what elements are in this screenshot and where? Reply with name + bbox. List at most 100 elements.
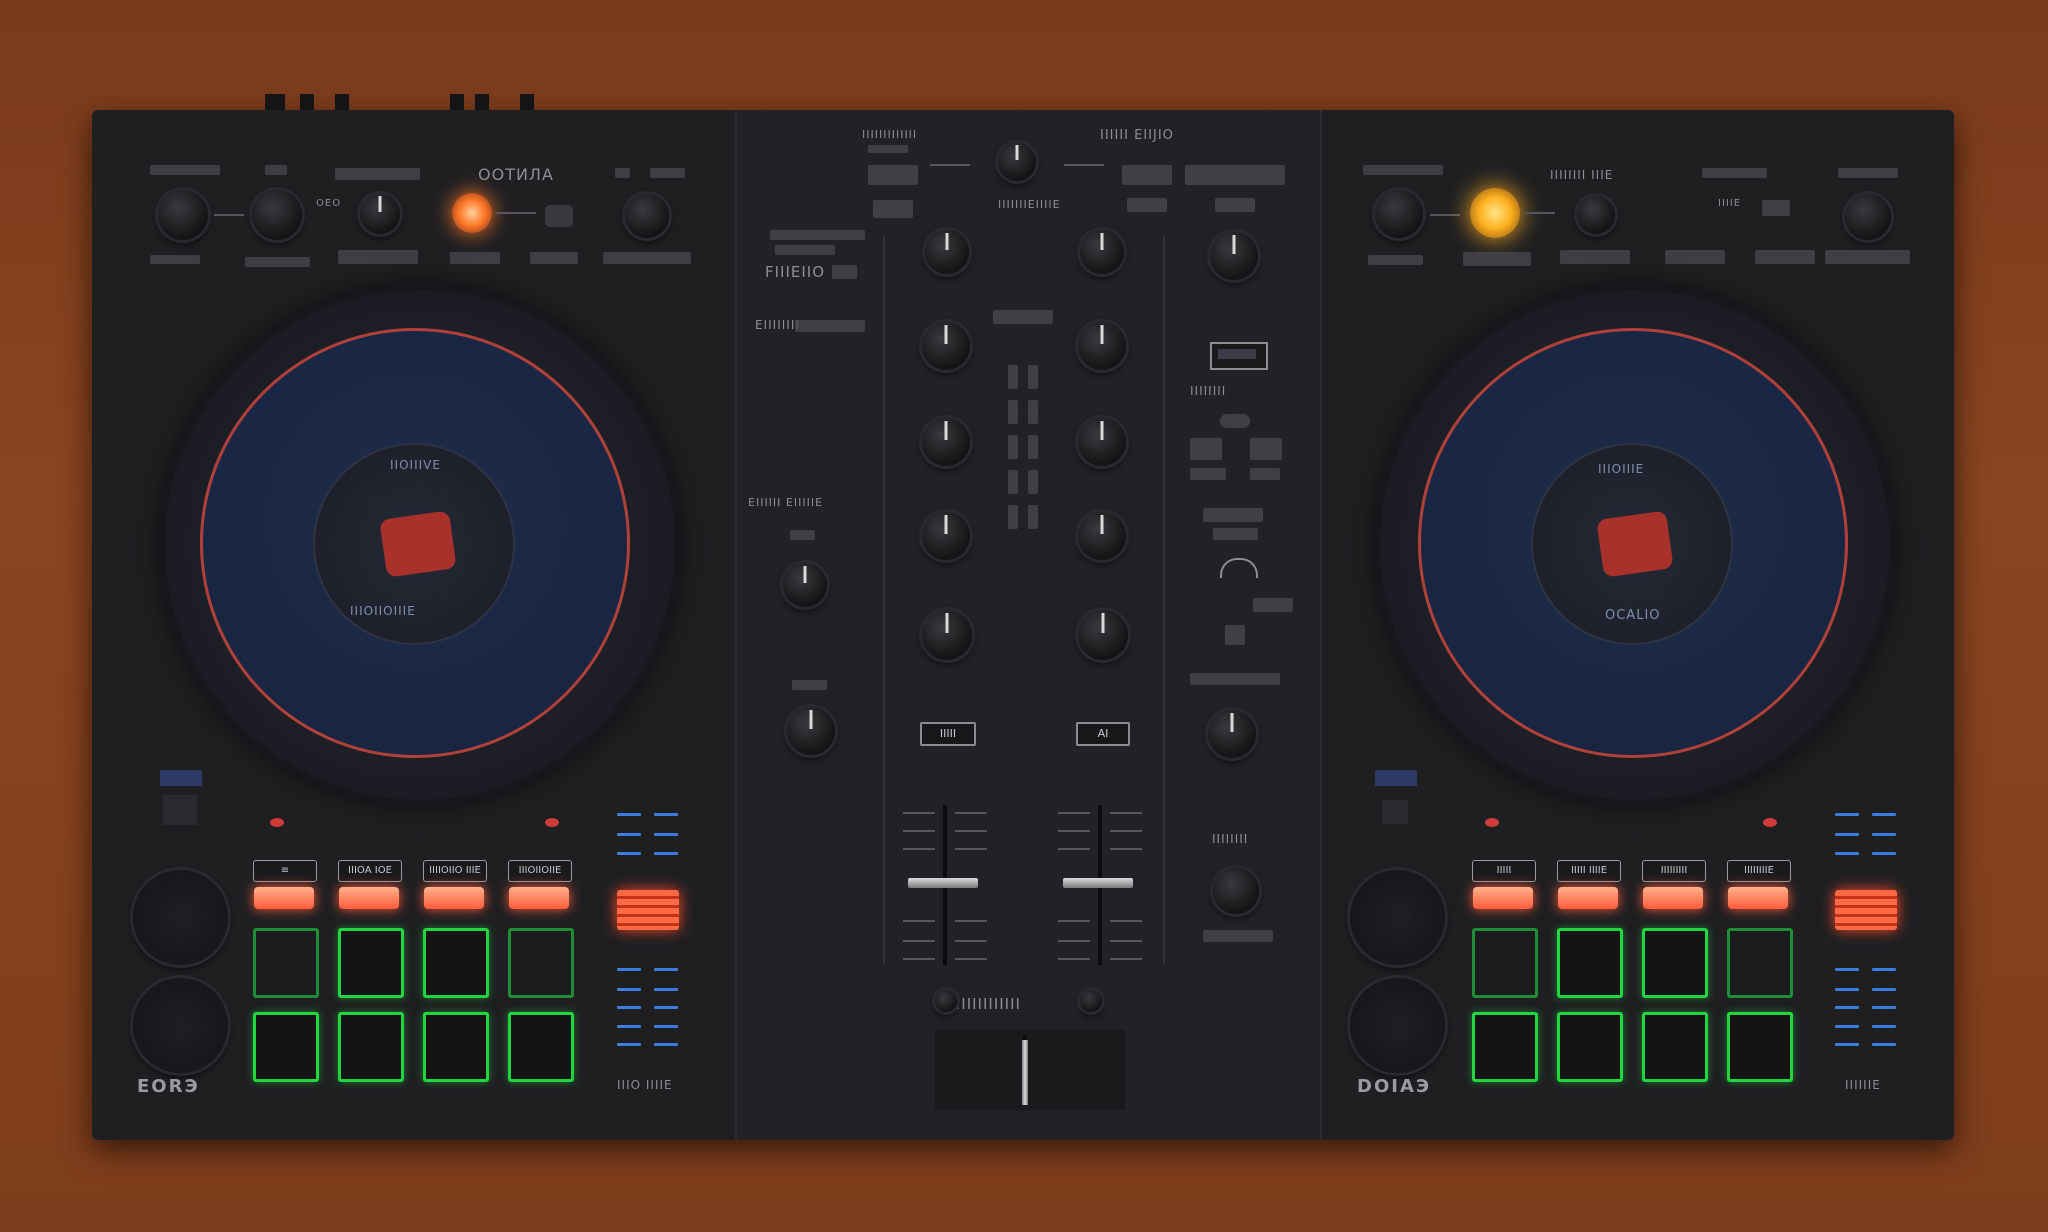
- left-jog-text-top: IIOIIIVЕ: [390, 458, 441, 472]
- left-pad-3[interactable]: [423, 928, 489, 998]
- right-shift-button[interactable]: [1382, 800, 1408, 824]
- right-pad-5[interactable]: [1472, 1012, 1538, 1082]
- left-pad-2[interactable]: [338, 928, 404, 998]
- right-jog-text-bottom: ОСАLIO: [1605, 608, 1661, 623]
- ch2-cue-button[interactable]: AI: [1076, 722, 1130, 746]
- left-logo: [379, 510, 457, 578]
- right-deck-label: DОIАЭ: [1357, 1076, 1432, 1097]
- left-pad-led-4: [509, 887, 569, 909]
- filter-label: FIIIЕIIО: [765, 263, 826, 281]
- right-knob-small-label: IIIIE: [1718, 198, 1742, 209]
- left-small-button[interactable]: [545, 205, 573, 227]
- ch1-filter-knob[interactable]: [922, 610, 972, 660]
- ch2-filter-knob[interactable]: [1078, 610, 1128, 660]
- left-pad-1[interactable]: [253, 928, 319, 998]
- right-knob-1[interactable]: [1375, 190, 1423, 238]
- mixer-right-label: IIIIIIII: [1190, 384, 1227, 398]
- left-play-led[interactable]: [452, 193, 492, 233]
- right-pad-1[interactable]: [1472, 928, 1538, 998]
- right-mode-button-3[interactable]: IIIIIIIII: [1642, 860, 1706, 882]
- right-mode-button-2[interactable]: IIIII IIIIE: [1557, 860, 1621, 882]
- mixer-left-gain-knob[interactable]: [783, 563, 827, 607]
- left-pad-4[interactable]: [508, 928, 574, 998]
- left-knob-2[interactable]: [252, 190, 302, 240]
- crossfader-left-knob[interactable]: [935, 990, 957, 1012]
- crossfader-track[interactable]: [935, 1030, 1125, 1110]
- right-pad-2[interactable]: [1557, 928, 1623, 998]
- left-pad-5[interactable]: [253, 1012, 319, 1082]
- ch2-mid-knob[interactable]: [1078, 418, 1126, 466]
- rear-connector: [335, 94, 349, 110]
- left-fx-knob-1[interactable]: [133, 870, 228, 965]
- left-shift-button[interactable]: [163, 795, 197, 825]
- right-knob-2[interactable]: [1577, 196, 1615, 234]
- rear-connector: [520, 94, 534, 110]
- headphone-label: IIIIIIII: [1212, 832, 1249, 846]
- right-top-label: IIIIIIII IIIE: [1550, 168, 1614, 182]
- left-pad-8[interactable]: [508, 1012, 574, 1082]
- ch1-trim-knob[interactable]: [925, 230, 969, 274]
- left-cue-led-2: [545, 818, 559, 827]
- left-knob-4[interactable]: [625, 194, 669, 238]
- left-jog-text-bottom: IIIOIIOIIIE: [350, 604, 416, 618]
- left-knob-3[interactable]: [360, 194, 400, 234]
- left-mode-button-4[interactable]: IIIOIIOIIE: [508, 860, 572, 882]
- right-logo: [1596, 510, 1674, 578]
- right-pad-led-4: [1728, 887, 1788, 909]
- right-mode-button-4[interactable]: IIIIIIIIE: [1727, 860, 1791, 882]
- ch2-trim-knob[interactable]: [1080, 230, 1124, 274]
- right-pad-8[interactable]: [1727, 1012, 1793, 1082]
- mixer-right-cue-knob[interactable]: [1208, 710, 1256, 758]
- right-pad-4[interactable]: [1727, 928, 1793, 998]
- left-pad-6[interactable]: [338, 1012, 404, 1082]
- right-pad-led-2: [1558, 887, 1618, 909]
- ch2-low-knob[interactable]: [1078, 512, 1126, 560]
- right-pad-7[interactable]: [1642, 1012, 1708, 1082]
- mixer-top-label-left: IIIIIIIIIIIII: [862, 128, 918, 141]
- ch1-cue-button[interactable]: IIIII: [920, 722, 976, 746]
- left-pad-led-3: [424, 887, 484, 909]
- mic-label: ЕIIIIII ЕIIIIIE: [748, 496, 824, 509]
- right-fx-knob-2[interactable]: [1350, 978, 1445, 1073]
- right-cue-led-1: [1485, 818, 1499, 827]
- ch1-mid-knob[interactable]: [922, 418, 970, 466]
- left-meter-label: IIIO IIIIE: [617, 1078, 673, 1092]
- left-shift-indicator[interactable]: [160, 770, 202, 786]
- ch2-hi-knob[interactable]: [1078, 322, 1126, 370]
- left-mode-button-1[interactable]: ≡: [253, 860, 317, 882]
- right-shift-indicator[interactable]: [1375, 770, 1417, 786]
- right-pad-6[interactable]: [1557, 1012, 1623, 1082]
- headphone-volume-knob[interactable]: [1213, 868, 1259, 914]
- left-knob-1[interactable]: [158, 190, 208, 240]
- right-play-led[interactable]: [1470, 188, 1520, 238]
- right-meter-label: IIIIIIE: [1845, 1078, 1881, 1092]
- left-fx-knob-2[interactable]: [133, 978, 228, 1073]
- ch1-low-knob[interactable]: [922, 512, 970, 560]
- right-sync-button[interactable]: [1835, 890, 1897, 930]
- left-sync-button[interactable]: [617, 890, 679, 930]
- left-deck-label: EОRЭ: [137, 1076, 200, 1097]
- right-mode-button-1[interactable]: IIIII: [1472, 860, 1536, 882]
- master-volume-knob[interactable]: [998, 143, 1036, 181]
- left-pad-7[interactable]: [423, 1012, 489, 1082]
- right-cue-led-2: [1763, 818, 1777, 827]
- right-pad-led-1: [1473, 887, 1533, 909]
- right-knob-3[interactable]: [1845, 194, 1891, 240]
- ch1-hi-knob[interactable]: [922, 322, 970, 370]
- left-top-label: ООТИЛА: [478, 165, 554, 184]
- crossfader-cap[interactable]: [1022, 1040, 1028, 1105]
- mixer-top-label-right: IIIIII ЕIIJIО: [1100, 128, 1174, 143]
- channel-divider: [1163, 235, 1165, 965]
- crossfader-right-knob[interactable]: [1080, 990, 1102, 1012]
- left-mode-button-3[interactable]: IIIIOIIO IIIE: [423, 860, 487, 882]
- rear-connector: [300, 94, 314, 110]
- right-fx-knob-1[interactable]: [1350, 870, 1445, 965]
- right-pad-3[interactable]: [1642, 928, 1708, 998]
- mixer-left-filter-knob[interactable]: [787, 707, 835, 755]
- left-mode-button-2[interactable]: IIIOА IOE: [338, 860, 402, 882]
- left-knob-small-label: ОЕО: [316, 198, 342, 209]
- right-pad-led-3: [1643, 887, 1703, 909]
- master-label: IIIIIIIEIIIIE: [998, 198, 1061, 211]
- mixer-right-top-knob[interactable]: [1210, 232, 1258, 280]
- left-pad-led-2: [339, 887, 399, 909]
